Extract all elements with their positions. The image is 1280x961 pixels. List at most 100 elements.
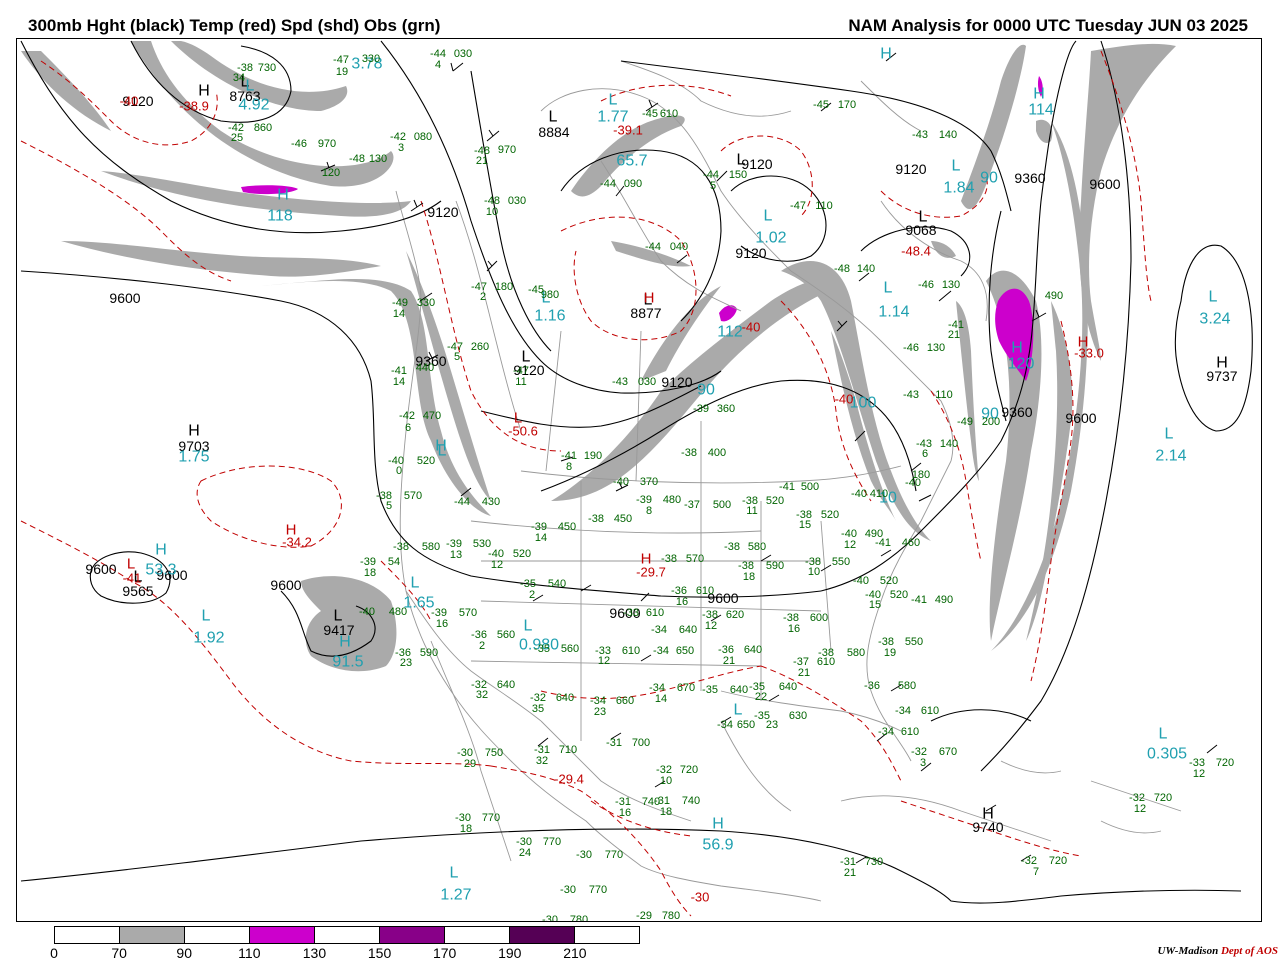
- observation-value: 480: [389, 606, 407, 618]
- observation-value: -40: [613, 476, 629, 488]
- observation-value: -40: [359, 606, 375, 618]
- speed-label: L: [524, 618, 533, 635]
- observation-value: 670: [939, 746, 957, 758]
- speed-label: L: [1159, 726, 1168, 743]
- observation-value: 470: [423, 410, 441, 422]
- observation-value: -33: [623, 607, 639, 619]
- observation-value: 740: [682, 795, 700, 807]
- observation-value: 770: [482, 812, 500, 824]
- observation-value: 12: [1134, 803, 1146, 815]
- speed-label: H: [277, 187, 289, 204]
- temperature-label: -38.9: [179, 99, 209, 114]
- temperature-label: -40: [742, 320, 761, 335]
- legend-swatch: [55, 927, 120, 943]
- speed-label: L: [764, 208, 773, 225]
- observation-value: 12: [598, 655, 610, 667]
- observation-value: 500: [713, 499, 731, 511]
- observation-value: 780: [662, 910, 680, 922]
- observation-value: 18: [743, 571, 755, 583]
- legend-swatch: [120, 927, 185, 943]
- observation-value: 21: [723, 655, 735, 667]
- observation-value: 540: [548, 578, 566, 590]
- observation-value: 550: [832, 556, 850, 568]
- observation-value: 720: [680, 764, 698, 776]
- weather-map: 9120 8763 8884 9120 9120 9120 9120 9360 9600 9068…: [16, 38, 1262, 922]
- observation-value: 630: [789, 710, 807, 722]
- observation-value: -38: [724, 541, 740, 553]
- observation-value: 570: [686, 553, 704, 565]
- observation-value: 660: [616, 695, 634, 707]
- height-center-marker: L: [334, 608, 343, 625]
- observation-value: 10: [486, 206, 498, 218]
- temperature-center-marker: L: [514, 409, 522, 426]
- observation-value: 550: [905, 636, 923, 648]
- legend-swatch: [445, 927, 510, 943]
- observation-value: 520: [890, 589, 908, 601]
- observation-value: 15: [799, 519, 811, 531]
- observation-value: 400: [708, 447, 726, 459]
- observation-value: -34: [878, 726, 894, 738]
- speed-label: L: [1209, 289, 1218, 306]
- height-center-marker: L: [919, 209, 928, 226]
- observation-value: 520: [513, 548, 531, 560]
- observation-value: 16: [788, 623, 800, 635]
- observation-value: 040: [670, 241, 688, 253]
- speed-label: 2.14: [1155, 448, 1186, 465]
- observation-value: -38: [661, 553, 677, 565]
- observation-value: -40: [851, 488, 867, 500]
- observation-value: 560: [561, 643, 579, 655]
- observation-value: 6: [922, 448, 928, 460]
- observation-value: 200: [982, 416, 1000, 428]
- observation-value: 610: [901, 726, 919, 738]
- speed-label: H: [880, 46, 892, 63]
- temperature-center-marker: H: [1078, 333, 1089, 350]
- observation-value: 370: [640, 476, 658, 488]
- observation-value: 650: [737, 719, 755, 731]
- height-label: 9360: [1001, 404, 1032, 420]
- speed-label: H: [155, 542, 167, 559]
- legend-swatch: [185, 927, 250, 943]
- wind-speed-color-legend: [54, 926, 640, 944]
- observation-value: -37: [684, 499, 700, 511]
- observation-value: 330: [362, 53, 380, 65]
- legend-swatch: [250, 927, 315, 943]
- legend-tick-label: 130: [302, 945, 327, 961]
- speed-label: L: [450, 865, 459, 882]
- observation-value: 770: [605, 849, 623, 861]
- observation-value: 14: [655, 693, 667, 705]
- observation-value: 18: [460, 823, 472, 835]
- temperature-center-marker: H: [641, 550, 652, 567]
- observation-value: 720: [1216, 757, 1234, 769]
- observation-value: 600: [810, 612, 828, 624]
- analysis-time-title: NAM Analysis for 0000 UTC Tuesday JUN 03…: [848, 16, 1248, 35]
- observation-value: 730: [258, 62, 276, 74]
- observation-value: 580: [748, 541, 766, 553]
- height-label: 9600: [1065, 410, 1096, 426]
- observation-value: -30: [560, 884, 576, 896]
- observation-value: -38: [818, 647, 834, 659]
- observation-value: -48: [349, 153, 365, 165]
- observation-value: -36: [864, 680, 880, 692]
- temperature-center-marker: H: [286, 521, 297, 538]
- height-label: 9600: [1089, 176, 1120, 192]
- observation-value: -46: [903, 342, 919, 354]
- observation-value: 7: [1033, 866, 1039, 878]
- observation-value: -40: [853, 575, 869, 587]
- observation-value: 5: [710, 180, 716, 192]
- observation-value: 18: [364, 567, 376, 579]
- observation-value: -43: [903, 389, 919, 401]
- observation-value: 16: [436, 618, 448, 630]
- observation-value: -44: [454, 496, 470, 508]
- observation-value: -29: [636, 910, 652, 922]
- observation-value: 620: [726, 609, 744, 621]
- observation-value: 23: [766, 719, 778, 731]
- observation-value: 650: [676, 645, 694, 657]
- observation-value: 640: [556, 692, 574, 704]
- observation-value: 970: [498, 144, 516, 156]
- observation-value: 23: [400, 657, 412, 669]
- observation-value: -48: [834, 263, 850, 275]
- height-label: 9120: [427, 204, 458, 220]
- observation-value: 35: [532, 703, 544, 715]
- speed-label: 56.9: [702, 837, 733, 854]
- speed-label: L: [609, 92, 618, 109]
